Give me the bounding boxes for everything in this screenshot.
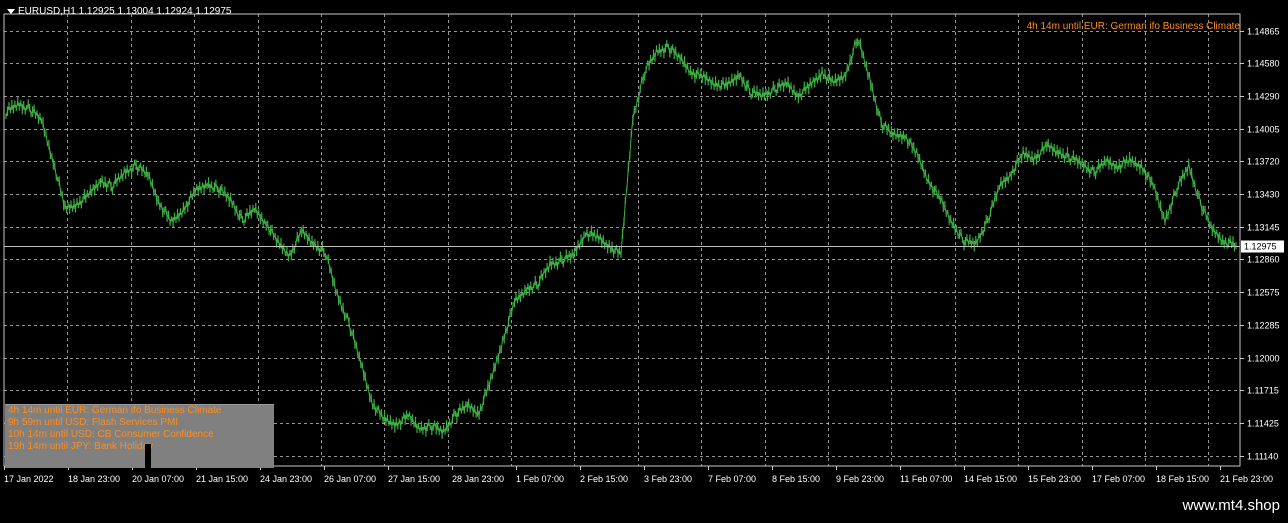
price-tick-label: 1.11425 [1247,419,1279,429]
time-tick-label: 20 Jan 07:00 [132,474,184,484]
time-tick-label: 15 Feb 23:00 [1028,474,1081,484]
price-tick-label: 1.14005 [1247,125,1280,135]
price-series-line [5,41,1237,437]
price-tick-label: 1.13720 [1247,157,1280,167]
time-tick-label: 27 Jan 15:00 [388,474,440,484]
price-tick-label: 1.12575 [1247,288,1280,298]
panel-divider [145,444,151,468]
symbol-ohlc: EURUSD,H1 1.12925 1.13004 1.12924 1.1297… [18,6,232,17]
time-tick-label: 17 Feb 07:00 [1092,474,1145,484]
time-tick-label: 8 Feb 15:00 [772,474,820,484]
time-tick-label: 28 Jan 23:00 [452,474,504,484]
time-tick-label: 26 Jan 07:00 [324,474,376,484]
time-tick-label: 21 Jan 15:00 [196,474,248,484]
price-tick-label: 1.11140 [1247,452,1278,462]
news-countdown-label: 4h 14m until EUR: German ifo Business Cl… [1026,21,1240,32]
time-tick-label: 24 Jan 23:00 [260,474,312,484]
news-item: 4h 14m until EUR: German ifo Business Cl… [8,405,222,416]
chart-menu-triangle-icon[interactable] [7,8,15,14]
news-item: 10h 14m until USD: CB Consumer Confidenc… [8,429,214,440]
news-item: 9h 59m until USD: Flash Services PMI [8,417,179,428]
price-tick-label: 1.11715 [1247,386,1279,396]
time-tick-label: 18 Jan 23:00 [68,474,120,484]
news-panel: 4h 14m until EUR: German ifo Business Cl… [5,404,274,468]
time-tick-label: 9 Feb 23:00 [836,474,884,484]
price-tick-label: 1.13145 [1247,223,1280,233]
price-tick-label: 1.14290 [1247,92,1280,102]
time-tick-label: 17 Jan 2022 [4,474,54,484]
footer-bar: www.mt4.shop [0,492,1288,523]
time-tick-label: 14 Feb 15:00 [964,474,1017,484]
time-tick-label: 1 Feb 07:00 [516,474,564,484]
price-tick-label: 1.12000 [1247,354,1280,364]
time-tick-label: 21 Feb 23:00 [1220,474,1273,484]
price-tick-label: 1.14580 [1247,59,1280,69]
symbol-header[interactable]: EURUSD,H1 1.12925 1.13004 1.12924 1.1297… [7,6,232,17]
time-tick-label: 3 Feb 23:00 [644,474,692,484]
time-tick-label: 11 Feb 07:00 [900,474,952,484]
time-tick-label: 7 Feb 07:00 [708,474,756,484]
news-item: 19h 14m until JPY: Bank Holiday [8,441,154,452]
watermark: www.mt4.shop [1182,497,1280,514]
price-tick-label: 1.13430 [1247,190,1280,200]
current-price-label: 1.12975 [1244,242,1277,252]
price-tick-label: 1.12285 [1247,321,1280,331]
time-tick-label: 2 Feb 15:00 [580,474,628,484]
price-tick-label: 1.12860 [1247,255,1280,265]
price-chart[interactable]: 1.14865 1.14580 1.14290 1.14005 1.13720 1.134… [0,0,1288,492]
price-tick-label: 1.14865 [1247,27,1280,37]
time-tick-label: 18 Feb 15:00 [1156,474,1209,484]
